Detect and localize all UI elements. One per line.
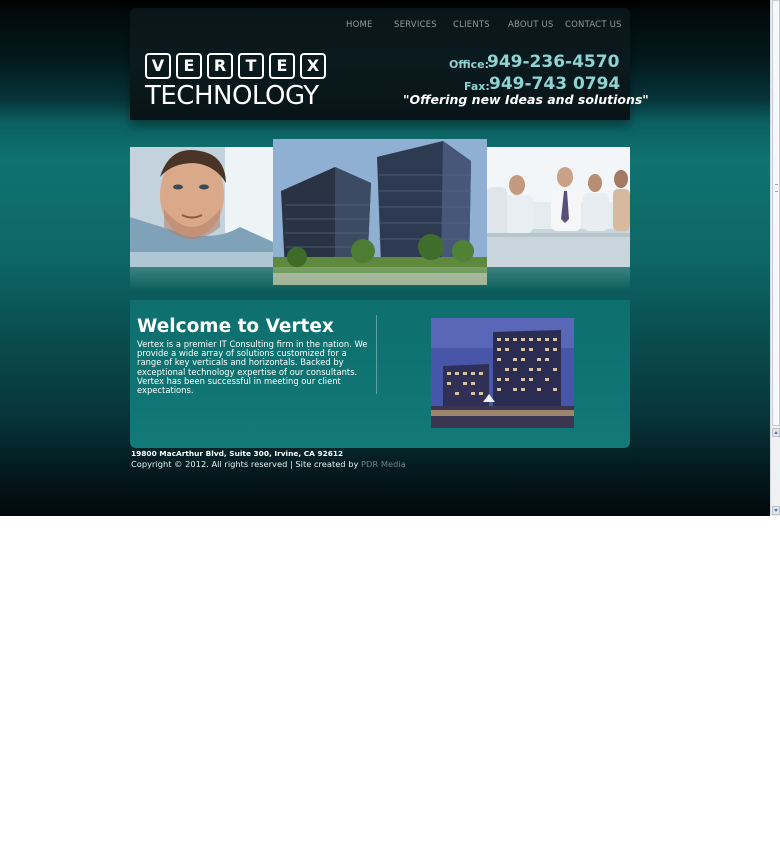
businessman-photo (130, 147, 273, 267)
logo-letter: R (207, 53, 233, 79)
logo-letter: E (176, 53, 202, 79)
logo-letter: V (145, 53, 171, 79)
office-towers-illustration (273, 139, 487, 285)
scroll-up-arrow-icon[interactable] (772, 428, 780, 437)
scrollbar-grip-icon (775, 184, 778, 192)
nav-clients[interactable]: CLIENTS (453, 20, 490, 30)
businessman-illustration (130, 147, 273, 267)
nav-home[interactable]: HOME (346, 20, 373, 30)
fax-number: 949-743 0794 (489, 74, 621, 94)
logo-letter: T (238, 53, 264, 79)
vertical-scrollbar[interactable] (770, 0, 780, 516)
banner-reflection (130, 267, 630, 291)
office-label: Office: (449, 58, 489, 71)
nav-contact-us[interactable]: CONTACT US (565, 20, 622, 30)
logo-letter: X (300, 53, 326, 79)
copyright-text: Copyright © 2012. All rights reserved | … (131, 459, 362, 469)
nav-services[interactable]: SERVICES (394, 20, 437, 30)
meeting-illustration (487, 147, 630, 267)
scroll-down-arrow-icon[interactable] (772, 506, 780, 515)
tagline: "Offering new Ideas and solutions" (403, 92, 649, 107)
logo-subtitle: TECHNOLOGY (145, 81, 319, 111)
logo-letter: E (269, 53, 295, 79)
meeting-photo (487, 147, 630, 267)
scrollbar-thumb[interactable] (772, 0, 780, 426)
browser-viewport: HOME SERVICES CLIENTS ABOUT US CONTACT U… (0, 0, 770, 516)
building-night-illustration (431, 318, 574, 428)
content-divider (376, 315, 377, 394)
pdr-media-link[interactable]: PDR Media (361, 459, 406, 469)
building-night-photo (431, 318, 574, 428)
nav-about-us[interactable]: ABOUT US (508, 20, 554, 30)
office-towers-photo (273, 139, 487, 285)
welcome-body-text: Vertex is a premier IT Consulting firm i… (137, 339, 368, 396)
footer-address: 19800 MacArthur Blvd, Suite 300, Irvine,… (131, 449, 344, 458)
welcome-title: Welcome to Vertex (137, 316, 334, 337)
office-phone-number: 949-236-4570 (487, 52, 620, 72)
footer-copyright: Copyright © 2012. All rights reserved | … (131, 459, 406, 469)
